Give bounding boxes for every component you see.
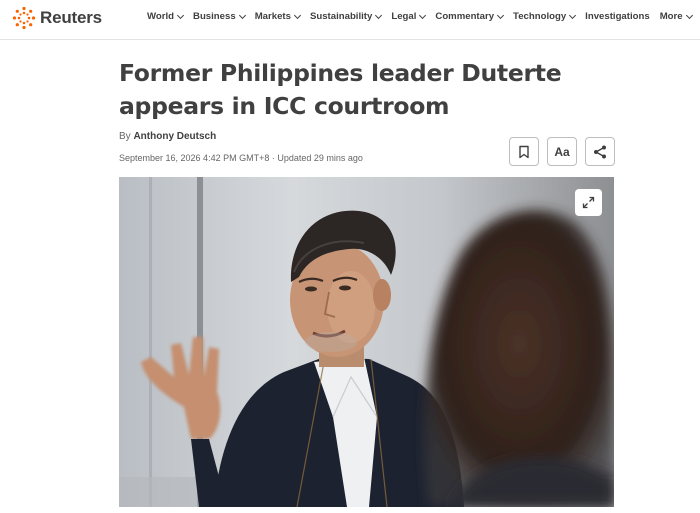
headline-line-1: Former Philippines leader Duterte — [119, 59, 562, 87]
nav-item-world[interactable]: World — [147, 11, 185, 22]
dateline: September 16, 2026 4:42 PM GMT+8 · Updat… — [119, 153, 363, 163]
chevron-down-icon — [238, 11, 246, 19]
chevron-down-icon — [569, 11, 577, 19]
article-headline: Former Philippines leader Duterte appear… — [119, 57, 589, 123]
main-nav: World Business Markets Sustainability Le… — [147, 11, 700, 22]
nav-item-investigations[interactable]: Investigations — [585, 11, 650, 22]
font-size-icon: Aa — [554, 144, 570, 159]
chevron-down-icon — [497, 11, 505, 19]
share-button[interactable] — [585, 137, 615, 166]
logo-text: Reuters — [40, 8, 102, 27]
nav-item-legal[interactable]: Legal — [391, 11, 427, 22]
photo-duterte-courtroom — [119, 177, 614, 507]
byline-prefix: By — [119, 131, 131, 142]
nav-item-sustainability[interactable]: Sustainability — [309, 11, 383, 22]
chevron-down-icon — [176, 11, 185, 19]
site-header: Reuters World Business Markets Sustainab… — [0, 0, 700, 40]
author-link[interactable]: Anthony Deutsch — [133, 131, 216, 142]
byline: By Anthony Deutsch — [119, 131, 216, 142]
chevron-down-icon — [375, 11, 383, 19]
nav-item-label: World — [147, 11, 175, 22]
nav-item-label: Legal — [391, 11, 417, 22]
nav-item-more[interactable]: More — [659, 11, 693, 22]
nav-item-business[interactable]: Business — [193, 11, 246, 22]
expand-icon — [582, 196, 595, 209]
article-actions: Aa — [509, 137, 615, 166]
nav-item-label: Commentary — [435, 11, 495, 22]
nav-item-label: More — [659, 11, 683, 22]
nav-item-label: Markets — [254, 11, 291, 22]
nav-item-commentary[interactable]: Commentary — [435, 11, 505, 22]
nav-item-label: Technology — [513, 11, 567, 22]
font-size-button[interactable]: Aa — [547, 137, 577, 166]
chevron-down-icon — [293, 11, 301, 19]
nav-item-technology[interactable]: Technology — [513, 11, 577, 22]
nav-item-label: Investigations — [585, 11, 650, 22]
chevron-down-icon — [419, 11, 427, 19]
share-icon — [594, 145, 606, 158]
article-photo[interactable] — [119, 177, 614, 507]
headline-line-2: appears in ICC courtroom — [119, 92, 450, 120]
nav-item-label: Business — [193, 11, 236, 22]
reuters-logo[interactable]: Reuters — [12, 6, 102, 30]
chevron-down-icon — [685, 11, 693, 19]
bookmark-button[interactable] — [509, 137, 539, 166]
nav-item-label: Sustainability — [309, 11, 373, 22]
expand-photo-button[interactable] — [575, 189, 602, 216]
reuters-logo-icon — [12, 6, 36, 30]
nav-item-markets[interactable]: Markets — [254, 11, 301, 22]
bookmark-icon — [519, 145, 529, 158]
